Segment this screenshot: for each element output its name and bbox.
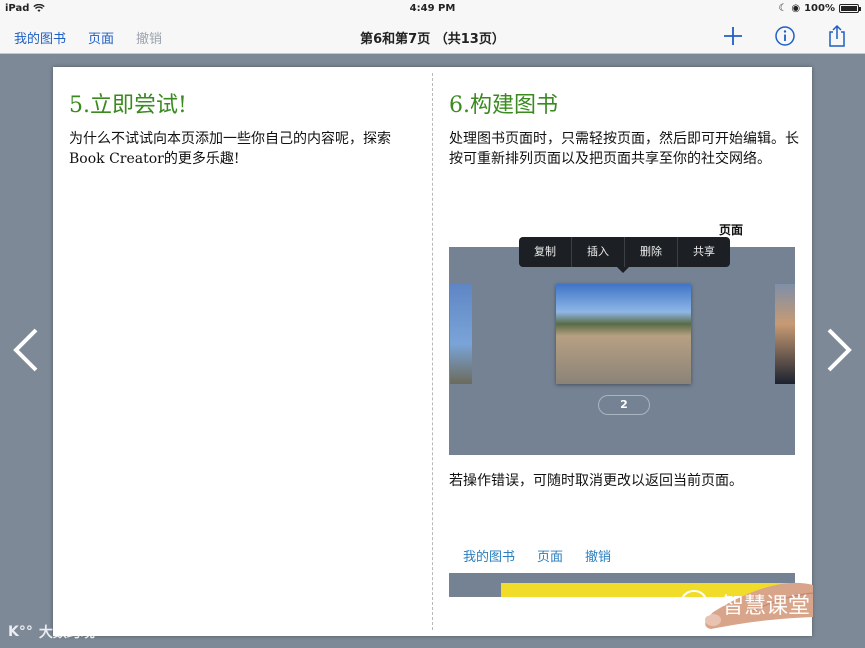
left-page[interactable]: 5.立即尝试! 为什么不试试向本页添加一些你自己的内容呢，探索Book Crea…	[69, 87, 414, 169]
mini-nav-my-books: 我的图书	[463, 549, 516, 565]
lock-rotation-icon: ◉	[791, 3, 801, 14]
wechat-icon	[681, 590, 714, 617]
book-spread[interactable]: 5.立即尝试! 为什么不试试向本页添加一些你自己的内容呢，探索Book Crea…	[53, 67, 813, 636]
menu-share: 共享	[693, 245, 715, 258]
watermark-logo-icon: K°°	[8, 624, 33, 640]
right-page-body: 处理图书页面时，只需轻按页面，然后即可开始编辑。长按可重新排列页面以及把页面共享…	[449, 131, 799, 167]
thumbnail-current	[556, 284, 691, 384]
status-time: 4:49 PM	[409, 3, 456, 14]
watermark-right-text: 智慧课堂	[722, 594, 811, 619]
page-divider	[432, 73, 433, 630]
undo-instructions: 若操作错误，可随时取消更改以返回当前页面。	[449, 473, 743, 489]
watermark-left: K°° 大数跨境	[8, 622, 95, 642]
page-number-badge: 2	[598, 395, 650, 415]
mini-nav-pages: 页面	[537, 549, 564, 565]
thumbnail-right	[775, 284, 795, 384]
info-icon[interactable]	[771, 22, 799, 50]
left-page-body: 为什么不试试向本页添加一些你自己的内容呢，探索Book Creator的更多乐趣…	[69, 131, 391, 167]
menu-insert: 插入	[572, 237, 625, 267]
right-page-heading: 6.构建图书	[449, 93, 558, 118]
previous-page-arrow[interactable]	[10, 325, 42, 375]
battery-percent: 100%	[804, 3, 835, 14]
plus-icon[interactable]	[719, 22, 747, 50]
status-bar: iPad 4:49 PM ☾ ◉ 100%	[0, 0, 865, 18]
menu-delete: 删除	[625, 237, 678, 267]
share-icon[interactable]	[823, 22, 851, 50]
watermark-left-text: 大数跨境	[38, 625, 95, 641]
menu-copy: 复制	[519, 237, 572, 267]
moon-icon: ☾	[778, 3, 788, 14]
battery-icon	[839, 4, 861, 13]
watermark-right: 智慧课堂	[680, 588, 810, 620]
nav-right-group	[719, 22, 851, 50]
right-page[interactable]: 6.构建图书 处理图书页面时，只需轻按页面，然后即可开始编辑。长按可重新排列页面…	[449, 87, 799, 169]
illustration-label: 页面	[719, 223, 744, 237]
left-page-heading: 5.立即尝试!	[69, 93, 187, 118]
mini-nav-undo: 撤销	[585, 549, 612, 565]
page-context-menu: 复制 插入 删除 共享	[519, 237, 730, 273]
status-right: ☾ ◉ 100%	[778, 3, 861, 14]
thumbnail-left	[450, 284, 472, 384]
nav-bar: 我的图书 页面 撤销 第6和第7页 （共13页）	[0, 18, 865, 54]
next-page-arrow[interactable]	[823, 325, 855, 375]
